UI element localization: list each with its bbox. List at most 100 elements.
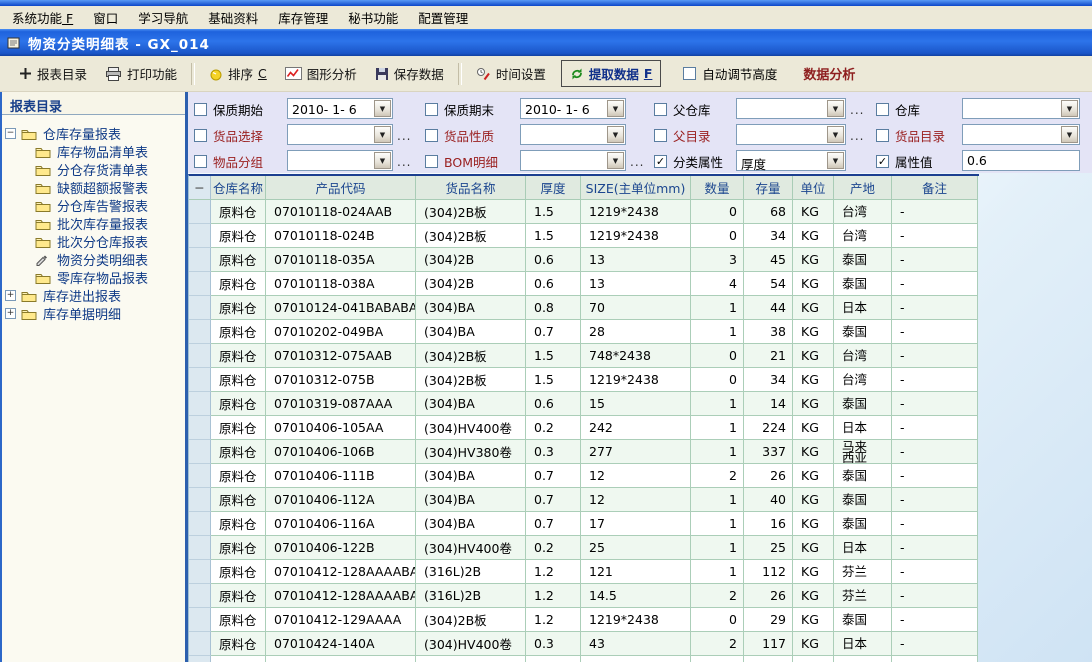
table-header-cell-数量[interactable]: 数量: [691, 176, 744, 200]
filter-checkbox[interactable]: [194, 103, 207, 116]
menu-item-7[interactable]: 配置管理: [408, 5, 478, 30]
sidebar-item-7[interactable]: 批次分仓库报表: [2, 232, 185, 250]
filter-dropdown-保质期始[interactable]: 2010- 1- 6▼: [287, 98, 393, 119]
filter-dropdown-货品选择[interactable]: ▼: [287, 124, 393, 145]
filter-dropdown-父目录[interactable]: ▼: [736, 124, 846, 145]
sidebar-item-2[interactable]: 库存物品清单表: [2, 142, 185, 160]
table-row[interactable]: 原料仓07010124-041BABABA(304)BA0.870144KG日本…: [189, 296, 979, 320]
filter-dropdown-父仓库[interactable]: ▼: [736, 98, 846, 119]
table-cell: 0: [691, 224, 744, 248]
chevron-down-icon[interactable]: ▼: [607, 152, 624, 169]
table-row[interactable]: 原料仓07010406-122B(304)HV400卷0.225125KG日本-: [189, 536, 979, 560]
filter-checkbox[interactable]: [876, 103, 889, 116]
sidebar-item-3[interactable]: 分仓存货清单表: [2, 160, 185, 178]
toolbar-button-图形分析[interactable]: 图形分析: [285, 64, 357, 83]
chevron-down-icon[interactable]: ▼: [827, 126, 844, 143]
filter-checkbox[interactable]: ✓: [654, 155, 667, 168]
filter-checkbox[interactable]: ✓: [876, 155, 889, 168]
expand-minus-icon[interactable]: −: [5, 128, 16, 139]
chevron-down-icon[interactable]: ▼: [827, 100, 844, 117]
table-cell: (304)2B板: [416, 608, 526, 632]
expand-plus-icon[interactable]: +: [5, 308, 16, 319]
sidebar-item-10[interactable]: +库存进出报表: [2, 286, 185, 304]
filter-checkbox[interactable]: [654, 103, 667, 116]
chevron-down-icon[interactable]: ▼: [374, 152, 391, 169]
sidebar-item-11[interactable]: +库存单据明细: [2, 304, 185, 322]
toolbar-button-保存数据[interactable]: 保存数据: [375, 64, 444, 83]
auto-height-checkbox[interactable]: 自动调节高度: [683, 64, 777, 83]
sidebar-item-4[interactable]: 缺额超额报警表: [2, 178, 185, 196]
sidebar-item-1[interactable]: −仓库存量报表: [2, 124, 185, 142]
table-row[interactable]: 原料仓07010202-049BA(304)BA0.728138KG泰国-: [189, 320, 979, 344]
filter-dropdown-物品分组[interactable]: ▼: [287, 150, 393, 171]
toolbar-button-报表目录[interactable]: 报表目录: [19, 64, 87, 83]
table-row[interactable]: 原料仓07010406-106B(304)HV380卷0.32771337KG马…: [189, 440, 979, 464]
filter-checkbox[interactable]: [876, 129, 889, 142]
table-header-cell-产品代码[interactable]: 产品代码: [266, 176, 416, 200]
menu-item-2[interactable]: 窗口: [83, 5, 128, 30]
filter-dropdown-分类属性[interactable]: 厚度▼: [736, 150, 846, 171]
table-row[interactable]: 原料仓07010118-024AAB(304)2B板1.51219*243806…: [189, 200, 979, 224]
table-row[interactable]: 原料仓07010412-129AAAA(304)2B板1.21219*24380…: [189, 608, 979, 632]
table-header-cell-货品名称[interactable]: 货品名称: [416, 176, 526, 200]
table-row[interactable]: 原料仓07010319-087AAA(304)BA0.615114KG泰国-: [189, 392, 979, 416]
table-row[interactable]: 原料仓07010312-075B(304)2B板1.51219*2438034K…: [189, 368, 979, 392]
table-header-cell-存量[interactable]: 存量: [744, 176, 793, 200]
table-header-cell-厚度[interactable]: 厚度: [526, 176, 581, 200]
menu-item-6[interactable]: 秘书功能: [338, 5, 408, 30]
filter-input-属性值[interactable]: 0.6: [962, 150, 1080, 171]
table-row[interactable]: 原料仓07010406-116A(304)BA0.717116KG泰国-: [189, 512, 979, 536]
sidebar-item-5[interactable]: 分仓库告警报表: [2, 196, 185, 214]
table-header-cell-产地[interactable]: 产地: [834, 176, 892, 200]
menu-item-3[interactable]: 学习导航: [128, 5, 198, 30]
menu-item-1[interactable]: 系统功能 F: [2, 5, 83, 30]
table-row[interactable]: 原料仓07010406-105AA(304)HV400卷0.22421224KG…: [189, 416, 979, 440]
table-row[interactable]: 原料仓07010118-038A(304)2B0.613454KG泰国-: [189, 272, 979, 296]
filter-checkbox[interactable]: [194, 155, 207, 168]
table-header-cell-仓库名称[interactable]: 仓库名称: [211, 176, 266, 200]
toolbar-button-提取数据[interactable]: 提取数据F: [561, 60, 662, 87]
table-row[interactable]: 原料仓07010412-128AAAABAAA(316L)2B1.2121111…: [189, 560, 979, 584]
chevron-down-icon[interactable]: ▼: [607, 100, 624, 117]
chevron-down-icon[interactable]: ▼: [374, 100, 391, 117]
table-row[interactable]: 原料仓07010406-111B(304)BA0.712226KG泰国-: [189, 464, 979, 488]
chevron-down-icon[interactable]: ▼: [607, 126, 624, 143]
filter-dropdown-仓库[interactable]: ▼: [962, 98, 1080, 119]
expand-plus-icon[interactable]: +: [5, 290, 16, 301]
table-header-cell-单位[interactable]: 单位: [793, 176, 834, 200]
filter-checkbox[interactable]: [654, 129, 667, 142]
table-row[interactable]: 原料仓07010424-140A(304)HV400卷0.3432117KG日本…: [189, 632, 979, 656]
data-analysis-label[interactable]: 数据分析: [803, 64, 855, 83]
row-indicator-cell: [189, 440, 211, 464]
filter-checkbox[interactable]: [425, 155, 438, 168]
sidebar-item-6[interactable]: 批次库存量报表: [2, 214, 185, 232]
chevron-down-icon[interactable]: ▼: [1061, 126, 1078, 143]
chevron-down-icon[interactable]: ▼: [827, 152, 844, 169]
table-header-cell-SIZE(主单位mm)[interactable]: SIZE(主单位mm): [581, 176, 691, 200]
filter-checkbox[interactable]: [194, 129, 207, 142]
toolbar-button-排序[interactable]: 排序C: [209, 64, 267, 83]
filter-dropdown-BOM明细[interactable]: ▼: [520, 150, 626, 171]
table-header-cell-备注[interactable]: 备注: [892, 176, 978, 200]
table-row[interactable]: 原料仓07010118-024B(304)2B板1.51219*2438034K…: [189, 224, 979, 248]
menu-item-5[interactable]: 库存管理: [268, 5, 338, 30]
table-row[interactable]: 原料仓07010406-112A(304)BA0.712140KG泰国-: [189, 488, 979, 512]
filter-dropdown-货品目录[interactable]: ▼: [962, 124, 1080, 145]
filter-dropdown-货品性质[interactable]: ▼: [520, 124, 626, 145]
sidebar-item-8[interactable]: 物资分类明细表: [2, 250, 185, 268]
toolbar-button-打印功能[interactable]: 打印功能: [105, 64, 177, 83]
menu-item-4[interactable]: 基础资料: [198, 5, 268, 30]
sidebar-item-9[interactable]: 零库存物品报表: [2, 268, 185, 286]
chevron-down-icon[interactable]: ▼: [374, 126, 391, 143]
table-cell: 1219*2438: [581, 608, 691, 632]
table-row[interactable]: 原料仓07010412-128AAAABAB(316L)2B1.214.5226…: [189, 584, 979, 608]
table-row[interactable]: 原料仓07010118-035A(304)2B0.613345KG泰国-: [189, 248, 979, 272]
filter-checkbox[interactable]: [425, 103, 438, 116]
table-row[interactable]: 原料仓07010312-075AAB(304)2B板1.5748*2438021…: [189, 344, 979, 368]
chevron-down-icon[interactable]: ▼: [1061, 100, 1078, 117]
filter-dropdown-保质期末[interactable]: 2010- 1- 6▼: [520, 98, 626, 119]
toolbar-button-时间设置[interactable]: 时间设置: [476, 64, 546, 83]
filter-checkbox[interactable]: [425, 129, 438, 142]
table-cell: 日本: [834, 416, 892, 440]
checkbox-box[interactable]: [683, 67, 696, 80]
